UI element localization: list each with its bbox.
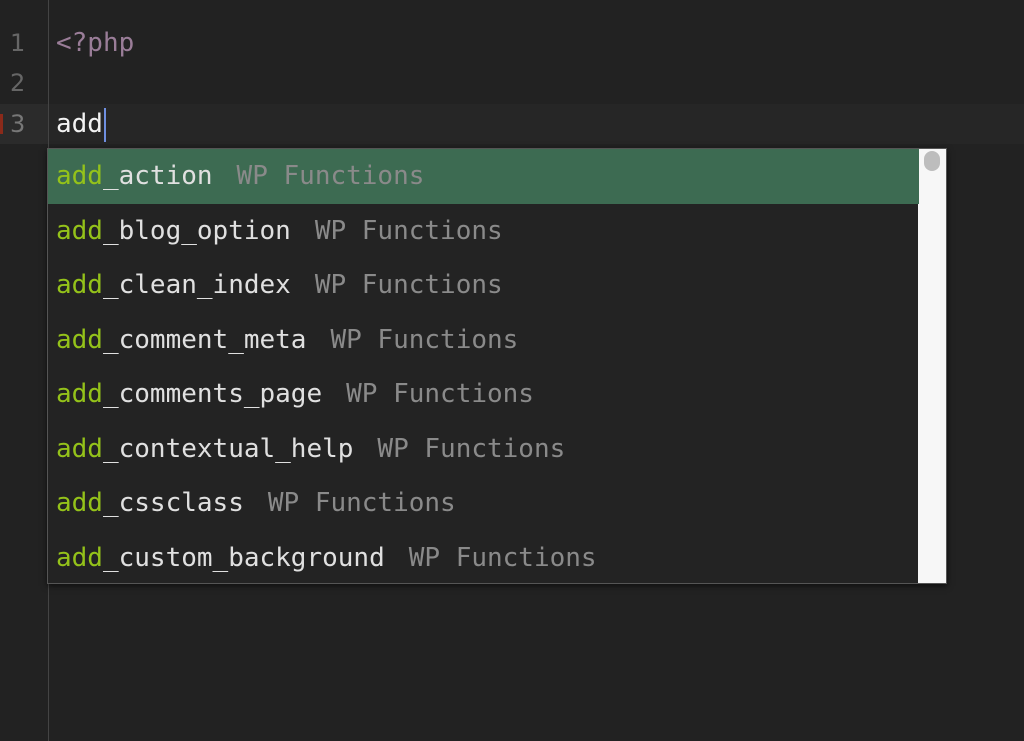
autocomplete-item[interactable]: add_clean_index WP Functions	[48, 258, 919, 313]
match-text: add	[56, 488, 103, 518]
completion-text: _comments_page	[102, 379, 323, 409]
line-number: 1	[10, 29, 26, 57]
completion-text: _clean_index	[102, 270, 291, 300]
completion-text: _blog_option	[102, 215, 291, 246]
text-cursor	[103, 107, 106, 142]
match-text: add	[56, 215, 103, 246]
autocomplete-item[interactable]: add_contextual_help WP Functions	[48, 422, 919, 477]
match-text: add	[56, 379, 103, 409]
autocomplete-item[interactable]: add_comment_meta WP Functions	[48, 313, 919, 368]
typed-text: add	[56, 109, 103, 139]
completion-type: WP Functions	[314, 270, 503, 300]
code-line-3[interactable]: add	[56, 104, 106, 144]
autocomplete-popup: add_action WP Functions add_blog_option WP …	[47, 148, 947, 584]
completion-type: WP Functions	[267, 488, 456, 518]
autocomplete-item[interactable]: add_comments_page WP Functions	[48, 367, 919, 422]
completion-text: _comment_meta	[102, 324, 307, 355]
line-number-gutter: 1 2 3	[0, 0, 49, 741]
autocomplete-item[interactable]: add_custom_background WP Functions	[48, 531, 919, 586]
autocomplete-item[interactable]: add_blog_option WP Functions	[48, 204, 919, 259]
scrollbar[interactable]	[918, 149, 946, 583]
match-text: add	[56, 161, 103, 191]
match-text: add	[56, 270, 103, 300]
scrollbar-thumb[interactable]	[924, 151, 940, 171]
completion-type: WP Functions	[377, 433, 566, 464]
active-line-highlight	[49, 104, 1024, 144]
line-number-active: 3	[0, 104, 48, 144]
completion-type: WP Functions	[346, 379, 534, 409]
completion-type: WP Functions	[408, 542, 597, 573]
completion-type: WP Functions	[314, 215, 503, 246]
match-text: add	[56, 542, 103, 573]
match-text: add	[56, 433, 103, 464]
completion-text: _action	[102, 161, 213, 191]
line-number: 2	[10, 69, 26, 97]
completion-type: WP Functions	[236, 161, 425, 191]
autocomplete-item[interactable]: add_cssclass WP Functions	[48, 476, 919, 531]
completion-text: _contextual_help	[102, 433, 354, 464]
completion-type: WP Functions	[330, 324, 519, 355]
code-line-1[interactable]: <?php	[56, 23, 134, 63]
completion-text: _custom_background	[102, 542, 385, 573]
completion-text: _cssclass	[102, 488, 244, 518]
match-text: add	[56, 324, 103, 355]
autocomplete-item[interactable]: add_action WP Functions	[48, 149, 919, 204]
